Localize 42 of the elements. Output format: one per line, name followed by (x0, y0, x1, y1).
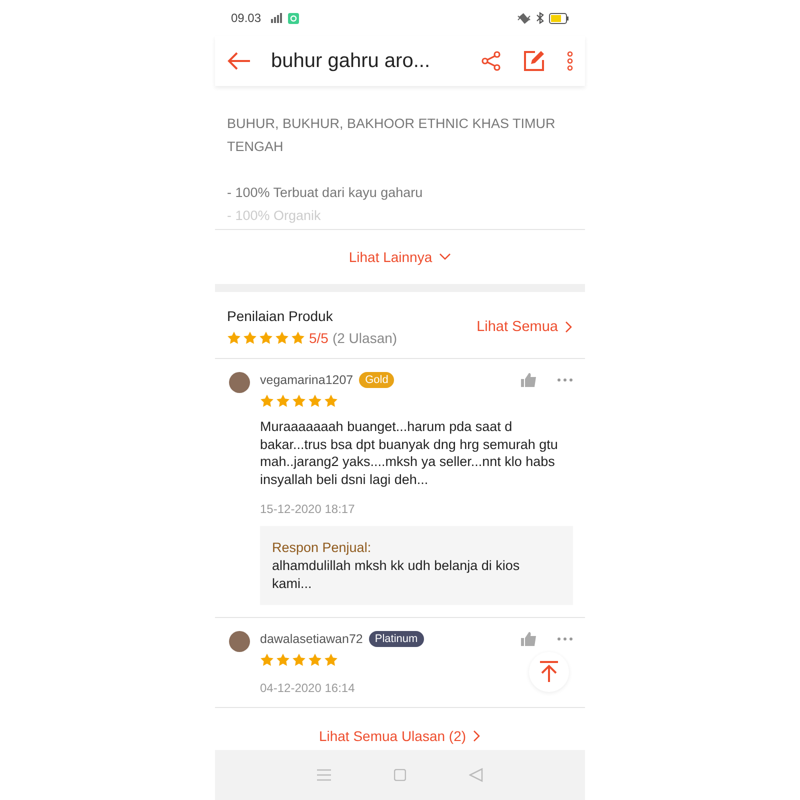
signal-icon (269, 13, 284, 23)
home-icon[interactable] (394, 769, 406, 781)
arrow-up-icon (539, 661, 559, 683)
back-icon[interactable] (227, 51, 251, 71)
review-count: (2 Ulasan) (332, 330, 398, 346)
thumbs-up-icon[interactable] (521, 632, 537, 646)
bluetooth-icon (536, 12, 544, 24)
chevron-right-icon (565, 321, 573, 333)
chevron-right-icon (473, 730, 482, 742)
scroll-to-top-button[interactable] (529, 652, 569, 692)
avatar (229, 631, 250, 652)
ratings-title: Penilaian Produk (227, 308, 334, 324)
seller-reply-label: Respon Penjual: (272, 540, 372, 555)
username: vegamarina1207 (260, 373, 354, 387)
see-all-link[interactable]: Lihat Semua (476, 319, 573, 335)
username: dawalasetiawan72 (260, 632, 363, 646)
see-all-reviews-link[interactable]: Lihat Semua Ulasan (2) (318, 716, 482, 750)
review-date: 15-12-2020 18:17 (260, 502, 356, 516)
share-icon[interactable] (481, 51, 501, 71)
rating-score: 5/5 (309, 330, 328, 346)
description-text: BUHUR, BUKHUR, BAKHOOR ETHNIC KHAS TIMUR TENGAH (227, 115, 556, 156)
menu-icon[interactable] (316, 769, 331, 781)
edit-icon[interactable] (523, 50, 545, 72)
back-nav-icon[interactable] (469, 768, 484, 782)
review-date: 04-12-2020 16:14 (260, 681, 356, 695)
chevron-down-icon (439, 253, 452, 261)
vibrate-icon (517, 12, 531, 24)
seller-reply-text: alhamdulillah mksh kk udh belanja di kios kami... (272, 557, 521, 593)
product-title: buhur gahru aro... (271, 50, 431, 72)
see-more-button[interactable]: Lihat Lainnya (348, 249, 452, 265)
more-options-icon[interactable] (557, 378, 573, 382)
description-text: - 100% Terbuat dari kayu gaharu (227, 184, 424, 202)
member-tier-badge: Gold (359, 372, 394, 388)
battery-icon (549, 12, 569, 24)
member-tier-badge: Platinum (368, 631, 424, 647)
avatar (229, 372, 250, 393)
review-text: Muraaaaaaah buanget...harum pda saat d bakar...trus bsa dpt buanyak dng hrg semurah gtu mah..jarang2 yaks....mksh ya seller...nnt klo habs insyallah beli dsni lagi deh... (260, 418, 559, 488)
chat-app-icon (288, 12, 300, 24)
more-icon[interactable] (567, 51, 573, 71)
thumbs-up-icon[interactable] (521, 373, 537, 387)
more-options-icon[interactable] (557, 637, 573, 641)
status-time: 09.03 (231, 11, 262, 25)
